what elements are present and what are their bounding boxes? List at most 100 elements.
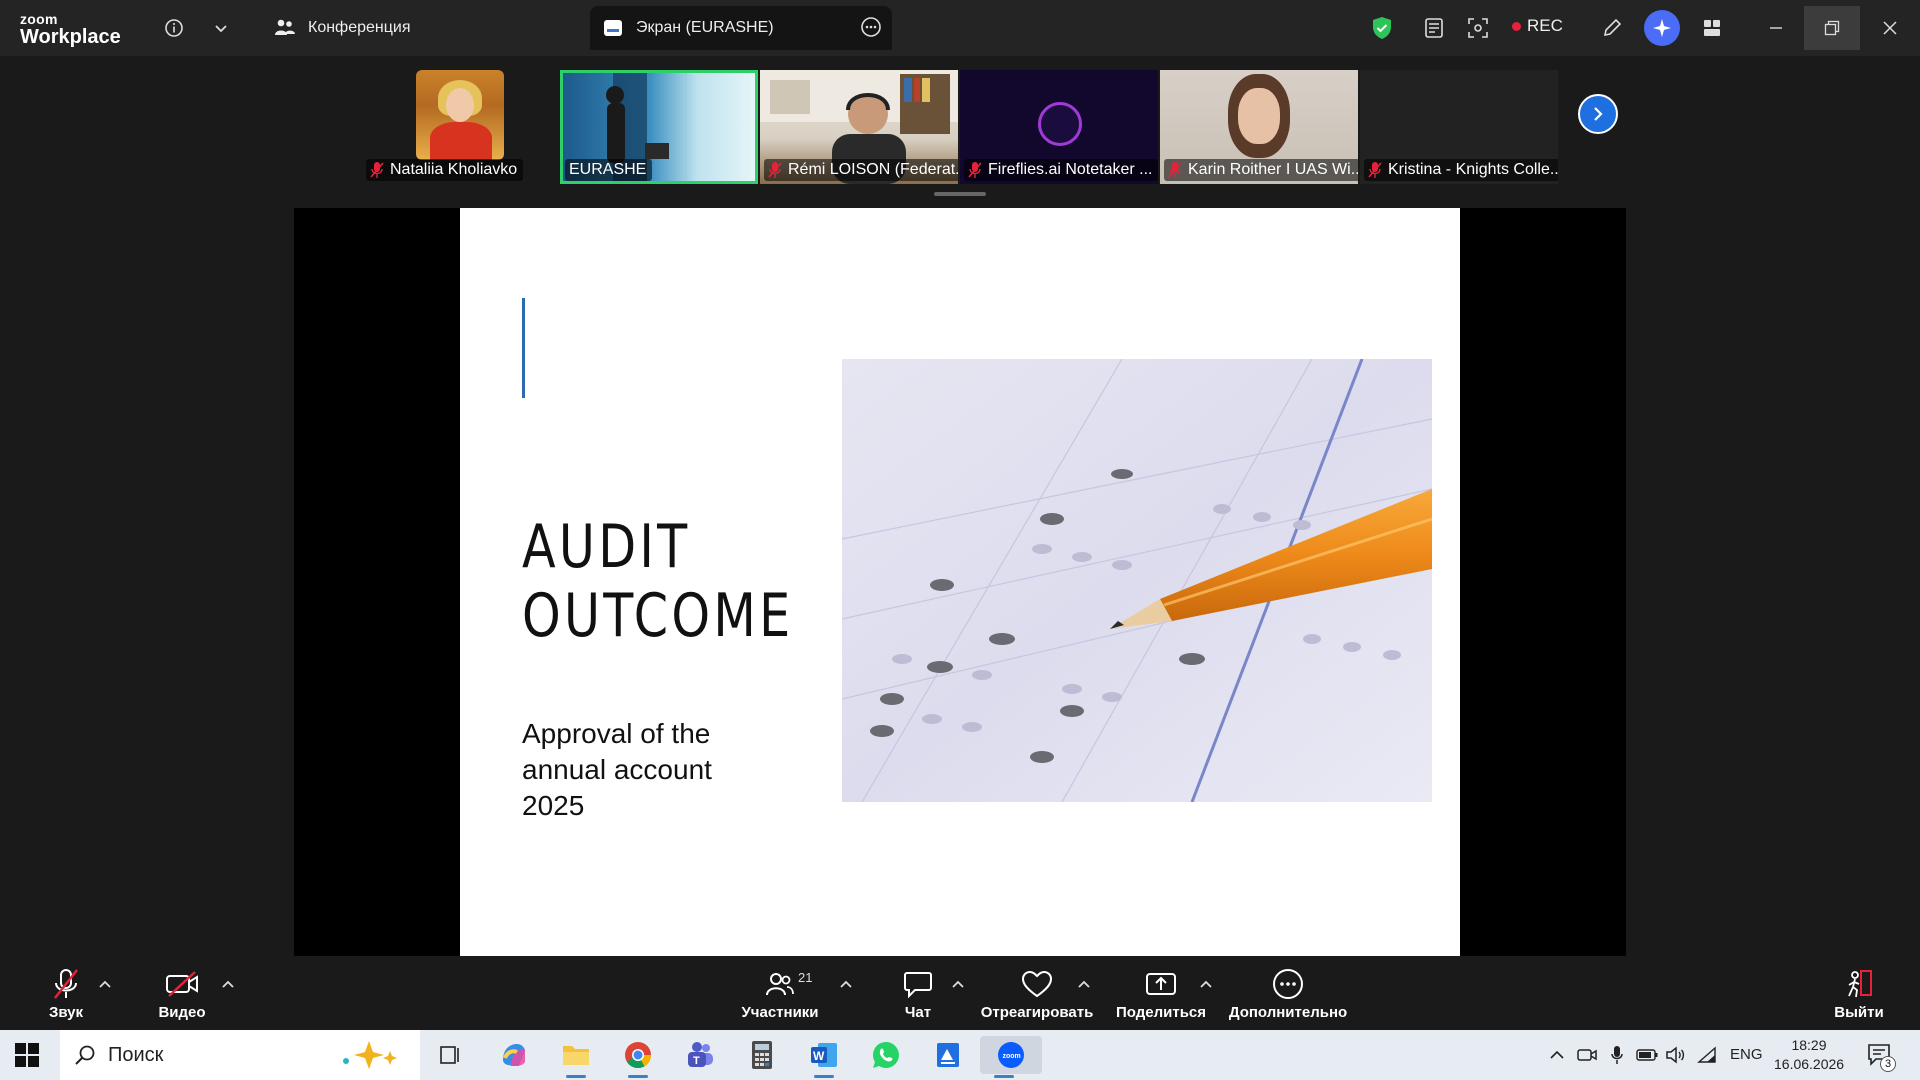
video-button[interactable]: Видео [158,966,206,1026]
tab-conference[interactable]: Конференция [270,6,570,50]
info-icon[interactable] [160,14,188,42]
notes-icon[interactable] [1420,14,1448,42]
participant-name: EURASHE [569,161,647,178]
participants-options-chevron-up-icon[interactable] [838,976,854,992]
encryption-shield-icon[interactable] [1368,14,1396,42]
search-highlights-sparkle-icon [343,1041,397,1069]
slide-subtitle-line: 2025 [522,790,585,821]
clock-date: 16.06.2026 [1774,1056,1845,1072]
slide-subtitle-line: annual account [522,754,712,785]
participant-photo [416,70,504,160]
slide-subtitle-line: Approval of the [522,718,711,749]
clock-time: 18:29 [1791,1037,1827,1053]
apps-icon[interactable] [1698,14,1726,42]
participant-tile-active-speaker[interactable]: EURASHE [560,70,758,184]
tab-screen-share[interactable]: Экран (EURASHE) [590,6,892,50]
notification-center-button[interactable]: 3 [1866,1042,1896,1072]
chevron-right-icon [1594,107,1603,121]
participant-tile[interactable]: Karin Roither I UAS Wi... [1160,70,1358,184]
meeting-area: Nataliia Kholiavko EURASHE Rémi LOISON (… [0,56,1920,956]
more-button[interactable]: Дополнительно [1228,966,1348,1026]
participant-name-label: Kristina - Knights Colle... [1364,159,1558,181]
share-options-chevron-up-icon[interactable] [1198,976,1214,992]
tab-screen-share-label: Экран (EURASHE) [636,19,774,36]
screen-share-icon [602,17,624,39]
people-icon [274,17,296,39]
audio-button[interactable]: Звук [44,966,88,1026]
share-label: Поделиться [1115,1004,1207,1021]
tab-conference-label: Конференция [308,19,411,36]
participant-tile[interactable]: Kristina - Knights Colle... [1360,70,1558,184]
windows-start-button[interactable] [14,1042,40,1068]
muted-microphone-icon [51,966,81,1002]
close-button[interactable] [1862,6,1918,50]
muted-mic-icon [768,162,782,178]
slide-accent-line [522,298,525,398]
show-hidden-icons-chevron-up-icon[interactable] [1546,1044,1568,1066]
restore-button[interactable] [1804,6,1860,50]
more-options-icon[interactable] [860,16,882,43]
chat-options-chevron-up-icon[interactable] [950,976,966,992]
react-options-chevron-up-icon[interactable] [1076,976,1092,992]
more-label: Дополнительно [1228,1004,1348,1021]
participant-tile[interactable]: Nataliia Kholiavko [360,70,558,184]
presentation-slide: AUDIT OUTCOME Approval of the annual acc… [460,208,1460,956]
task-view-icon[interactable] [426,1036,474,1074]
share-button[interactable]: Поделиться [1115,966,1207,1026]
video-options-chevron-up-icon[interactable] [220,976,236,992]
strip-resize-handle[interactable] [934,192,986,196]
recording-indicator[interactable]: REC [1512,16,1563,36]
participant-strip: Nataliia Kholiavko EURASHE Rémi LOISON (… [360,70,1560,184]
meeting-controls-toolbar: Звук Видео 21 Участники Чат Отреагироват… [0,956,1920,1030]
chat-button[interactable]: Чат [896,966,940,1026]
participants-button[interactable]: 21 Участники [740,966,820,1026]
muted-mic-icon [370,162,384,178]
participant-name-label: Nataliia Kholiavko [366,159,524,181]
network-icon[interactable] [1696,1044,1718,1066]
zoom-app-icon[interactable]: zoom [980,1036,1042,1078]
taskbar-clock[interactable]: 18:29 16.06.2026 [1774,1036,1844,1074]
video-label: Видео [158,1004,206,1021]
slide-title-line: AUDIT [522,512,691,582]
logo-zoom-text: zoom [20,11,58,27]
fireflies-logo-icon [1038,102,1082,146]
notification-count: 3 [1880,1056,1896,1072]
audio-options-chevron-up-icon[interactable] [97,976,113,992]
svg-text:T: T [693,1055,700,1067]
title-bar: zoom Workplace Конференция Экран (EURASH… [0,0,1920,56]
word-icon[interactable]: W [800,1036,848,1078]
participant-name: Karin Roither I UAS Wi... [1188,161,1358,178]
file-explorer-icon[interactable] [552,1036,600,1078]
input-language-indicator[interactable]: ENG [1730,1046,1763,1063]
whatsapp-icon[interactable] [862,1036,910,1074]
video-off-icon [165,966,199,1002]
svg-text:zoom: zoom [1003,1053,1021,1060]
battery-icon[interactable] [1636,1044,1658,1066]
chevron-down-icon[interactable] [207,14,235,42]
slide-title-line: OUTCOME [522,581,794,651]
search-placeholder: Поиск [108,1043,164,1066]
windows-taskbar: Поиск T W zoom ENG 18:29 16.06.2026 3 [0,1030,1920,1080]
copilot-icon[interactable] [490,1036,538,1074]
participant-tile[interactable]: Fireflies.ai Notetaker ... [960,70,1158,184]
leave-button[interactable]: Выйти [1834,966,1884,1026]
share-screen-icon [1145,966,1177,1002]
calculator-icon[interactable] [738,1036,786,1074]
minimize-button[interactable] [1748,6,1804,50]
react-button[interactable]: Отреагировать [981,966,1093,1026]
document-app-icon[interactable] [924,1036,972,1074]
next-participants-button[interactable] [1578,94,1618,134]
taskbar-search-box[interactable]: Поиск [60,1030,420,1080]
chrome-icon[interactable] [614,1036,662,1078]
microphone-in-use-icon[interactable] [1606,1044,1628,1066]
more-icon [1272,966,1304,1002]
focus-mode-icon[interactable] [1464,14,1492,42]
ai-companion-icon[interactable] [1644,10,1680,46]
logo-workplace-text: Workplace [20,26,121,48]
volume-icon[interactable] [1664,1044,1686,1066]
camera-in-use-icon[interactable] [1576,1044,1598,1066]
participant-tile[interactable]: Rémi LOISON (Federat... [760,70,958,184]
teams-icon[interactable]: T [676,1036,724,1074]
annotate-pen-icon[interactable] [1598,14,1626,42]
slide-title: AUDIT OUTCOME [522,513,793,651]
